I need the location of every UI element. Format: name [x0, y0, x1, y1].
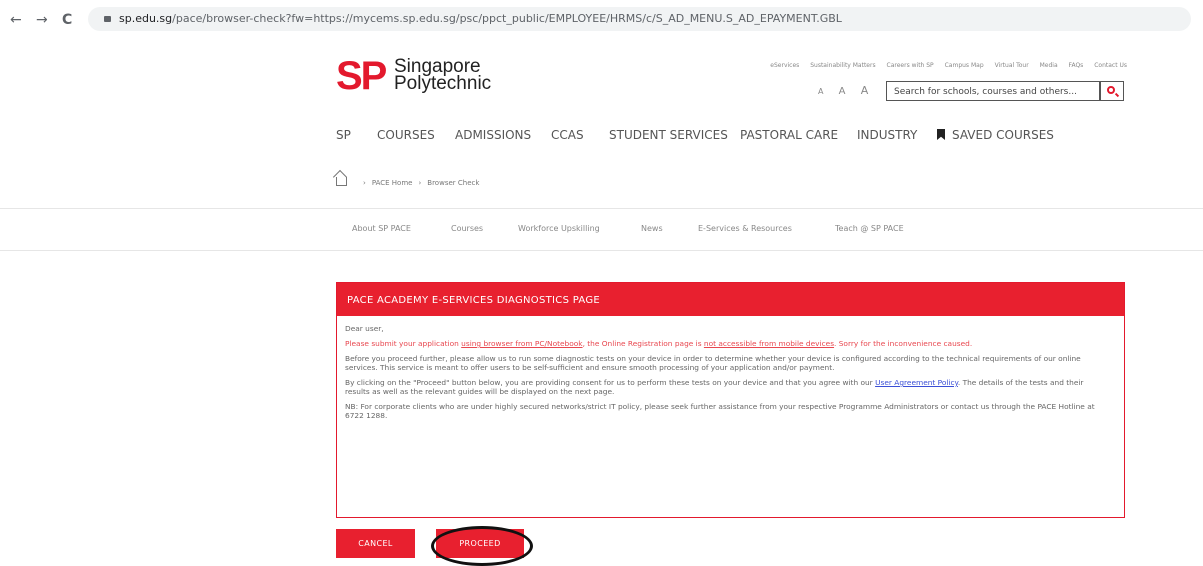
corporate-note: NB: For corporate clients who are under … [345, 402, 1095, 420]
search-input[interactable]: Search for schools, courses and others..… [886, 81, 1100, 101]
browser-address-bar: ← → C sp.edu.sg/pace/browser-check?fw=ht… [0, 0, 1203, 40]
subnav-news[interactable]: News [641, 224, 663, 233]
search-button[interactable] [1100, 81, 1124, 101]
cancel-button[interactable]: CANCEL [336, 529, 415, 558]
greeting: Dear user, [345, 324, 384, 333]
warning-link-mobile[interactable]: not accessible from mobile devices [704, 339, 834, 348]
warning-text: Please submit your application [345, 339, 462, 348]
back-arrow-icon[interactable]: ← [10, 12, 22, 28]
consent-text: By clicking on the "Proceed" button belo… [345, 378, 876, 387]
nav-item-student-services[interactable]: STUDENT SERVICES [609, 128, 728, 142]
url-field[interactable]: sp.edu.sg/pace/browser-check?fw=https://… [88, 7, 1191, 31]
util-link-sustainability[interactable]: Sustainability Matters [810, 62, 875, 69]
util-link-contact[interactable]: Contact Us [1094, 62, 1127, 69]
lock-icon [104, 16, 111, 22]
nav-item-pastoral-care[interactable]: PASTORAL CARE [740, 128, 838, 142]
breadcrumb-pace-home[interactable]: PACE Home [372, 179, 413, 187]
font-size-small[interactable]: A [818, 87, 823, 96]
logo-wordmark: Singapore Polytechnic [394, 57, 524, 94]
divider [0, 208, 1203, 209]
util-link-eservices[interactable]: eServices [770, 62, 799, 69]
logo-line2: Polytechnic [394, 73, 492, 94]
diagnostics-paragraph: Before you proceed further, please allow… [345, 354, 1081, 372]
warning-text: . Sorry for the inconvenience caused. [834, 339, 973, 348]
search-icon-handle [1114, 92, 1120, 98]
reload-icon[interactable]: C [62, 12, 72, 28]
font-size-large[interactable]: A [861, 84, 869, 97]
breadcrumb-separator: › [363, 179, 366, 187]
font-size-controls: A A A [818, 84, 880, 97]
home-icon[interactable] [336, 177, 347, 186]
nav-item-courses[interactable]: COURSES [377, 128, 435, 142]
util-link-media[interactable]: Media [1040, 62, 1058, 69]
subnav-courses[interactable]: Courses [451, 224, 483, 233]
util-link-careers[interactable]: Careers with SP [887, 62, 934, 69]
nav-item-industry[interactable]: INDUSTRY [857, 128, 917, 142]
highlight-circle [431, 526, 533, 566]
breadcrumb-separator: › [418, 179, 422, 187]
divider [0, 250, 1203, 251]
subnav-teach[interactable]: Teach @ SP PACE [835, 224, 904, 233]
saved-courses-label: SAVED COURSES [952, 128, 1054, 142]
subnav-about[interactable]: About SP PACE [352, 224, 411, 233]
forward-arrow-icon[interactable]: → [36, 12, 48, 28]
util-link-faqs[interactable]: FAQs [1069, 62, 1084, 69]
subnav-workforce[interactable]: Workforce Upskilling [518, 224, 600, 233]
util-link-virtual-tour[interactable]: Virtual Tour [995, 62, 1029, 69]
panel-body: Dear user, Please submit your applicatio… [345, 324, 1105, 426]
breadcrumb-browser-check: Browser Check [427, 179, 480, 187]
logo-mark: SP [336, 54, 387, 98]
user-agreement-link[interactable]: User Agreement Policy [875, 378, 958, 387]
mobile-warning: Please submit your application using bro… [345, 339, 1105, 348]
bookmark-icon [937, 129, 945, 140]
panel-title: PACE ACADEMY E-SERVICES DIAGNOSTICS PAGE [337, 283, 1124, 316]
util-link-campus-map[interactable]: Campus Map [945, 62, 984, 69]
warning-text: , the Online Registration page is [582, 339, 704, 348]
font-size-medium[interactable]: A [839, 86, 846, 97]
subnav-eservices[interactable]: E-Services & Resources [698, 224, 792, 233]
nav-item-saved-courses[interactable]: SAVED COURSES [937, 128, 1054, 142]
diagnostics-panel: PACE ACADEMY E-SERVICES DIAGNOSTICS PAGE… [336, 282, 1125, 518]
nav-item-sp[interactable]: SP [336, 128, 351, 142]
consent-paragraph: By clicking on the "Proceed" button belo… [345, 378, 1105, 396]
nav-item-admissions[interactable]: ADMISSIONS [455, 128, 531, 142]
utility-links: eServices Sustainability Matters Careers… [761, 62, 1127, 69]
search-icon [1107, 86, 1115, 94]
breadcrumb: › PACE Home › Browser Check [336, 177, 479, 187]
url-path: /pace/browser-check?fw=https://mycems.sp… [172, 12, 842, 25]
warning-link-pc[interactable]: using browser from PC/Notebook [461, 339, 582, 348]
nav-item-ccas[interactable]: CCAS [551, 128, 584, 142]
url-domain: sp.edu.sg [119, 12, 173, 25]
